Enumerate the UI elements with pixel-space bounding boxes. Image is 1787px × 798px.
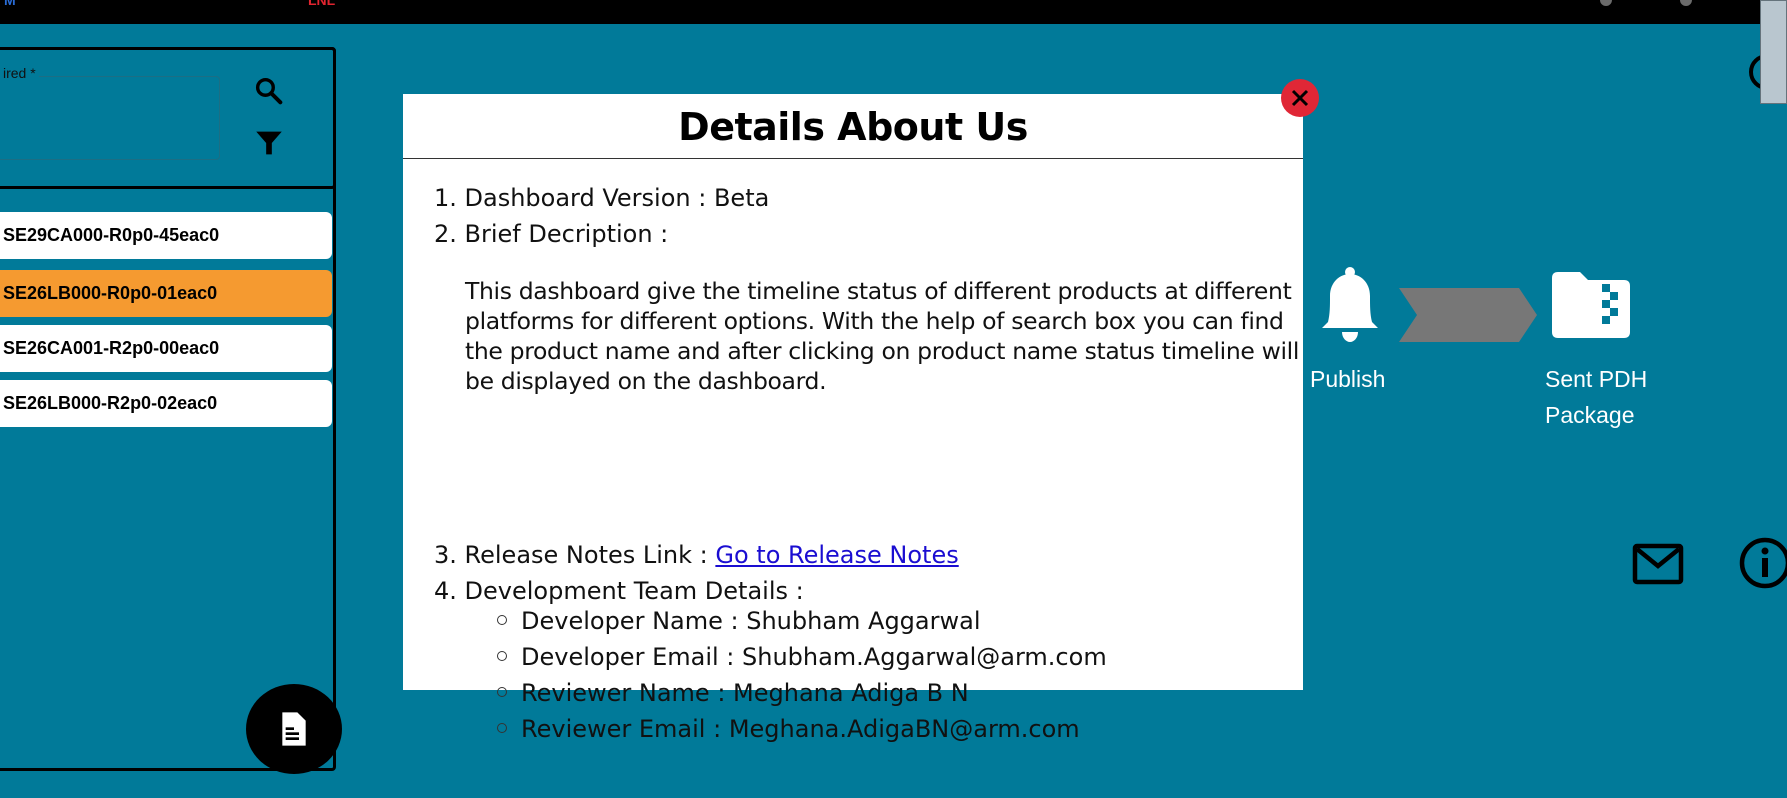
- product-list-item-selected[interactable]: SE26LB000-R0p0-01eac0: [0, 270, 332, 317]
- document-fab-button[interactable]: [246, 684, 342, 774]
- dashboard-version-item: 1. Dashboard Version : Beta: [434, 184, 770, 212]
- close-icon: [1291, 89, 1309, 107]
- product-list-item[interactable]: SE26LB000-R2p0-02eac0: [0, 380, 332, 427]
- account-icon[interactable]: [1600, 0, 1612, 6]
- corner-thumbnail: [1760, 0, 1787, 104]
- brand-title: LNL: [308, 0, 336, 8]
- filter-button[interactable]: [252, 126, 286, 160]
- search-input[interactable]: [0, 76, 220, 160]
- about-us-dialog: Details About Us 1. Dashboard Version : …: [403, 94, 1303, 743]
- mail-button[interactable]: [1632, 538, 1684, 590]
- team-list-item: Reviewer Name : Meghana Adiga B N: [497, 679, 969, 707]
- info-button[interactable]: [1738, 536, 1787, 590]
- brand-logo: M: [4, 0, 16, 8]
- team-list-item: Reviewer Email : Meghana.AdigaBN@arm.com: [497, 715, 1080, 743]
- zip-folder-icon: [1552, 272, 1630, 338]
- timeline-publish-label: Publish: [1310, 366, 1386, 392]
- search-input-label: ired *: [0, 65, 39, 81]
- developer-email: Developer Email : Shubham.Aggarwal@arm.c…: [521, 643, 1107, 671]
- search-icon: [255, 77, 283, 105]
- mail-icon: [1632, 543, 1684, 585]
- settings-icon[interactable]: [1680, 0, 1692, 6]
- reviewer-name: Reviewer Name : Meghana Adiga B N: [521, 679, 969, 707]
- document-icon: [282, 712, 306, 746]
- team-list-item: Developer Email : Shubham.Aggarwal@arm.c…: [497, 643, 1107, 671]
- dialog-title: Details About Us: [678, 105, 1028, 149]
- filter-icon: [256, 131, 282, 155]
- dialog-header: Details About Us: [403, 94, 1303, 159]
- team-details-heading: 4. Development Team Details :: [434, 577, 804, 605]
- timeline-arrow: [1399, 288, 1537, 342]
- bullet-icon: [497, 615, 507, 625]
- release-notes-label: 3. Release Notes Link :: [434, 541, 716, 569]
- developer-name: Developer Name : Shubham Aggarwal: [521, 607, 981, 635]
- brief-description-text: This dashboard give the timeline status …: [465, 277, 1300, 395]
- bell-icon: [1322, 267, 1378, 342]
- reviewer-email: Reviewer Email : Meghana.AdigaBN@arm.com: [521, 715, 1080, 743]
- release-notes-link[interactable]: Go to Release Notes: [715, 541, 958, 569]
- bullet-icon: [497, 687, 507, 697]
- info-icon: [1739, 537, 1787, 589]
- team-list-item: Developer Name : Shubham Aggarwal: [497, 607, 981, 635]
- product-list-item[interactable]: SE29CA000-R0p0-45eac0: [0, 212, 332, 259]
- timeline-sent-label: Sent PDH Package: [1545, 366, 1648, 428]
- search-button[interactable]: [252, 74, 286, 108]
- bullet-icon: [497, 723, 507, 733]
- top-bar: M LNL: [0, 0, 1787, 24]
- close-button[interactable]: [1281, 79, 1319, 117]
- brief-description-heading: 2. Brief Decription :: [434, 220, 669, 248]
- product-list-item[interactable]: SE26CA001-R2p0-00eac0: [0, 325, 332, 372]
- bullet-icon: [497, 651, 507, 661]
- release-notes-item: 3. Release Notes Link : Go to Release No…: [434, 541, 959, 569]
